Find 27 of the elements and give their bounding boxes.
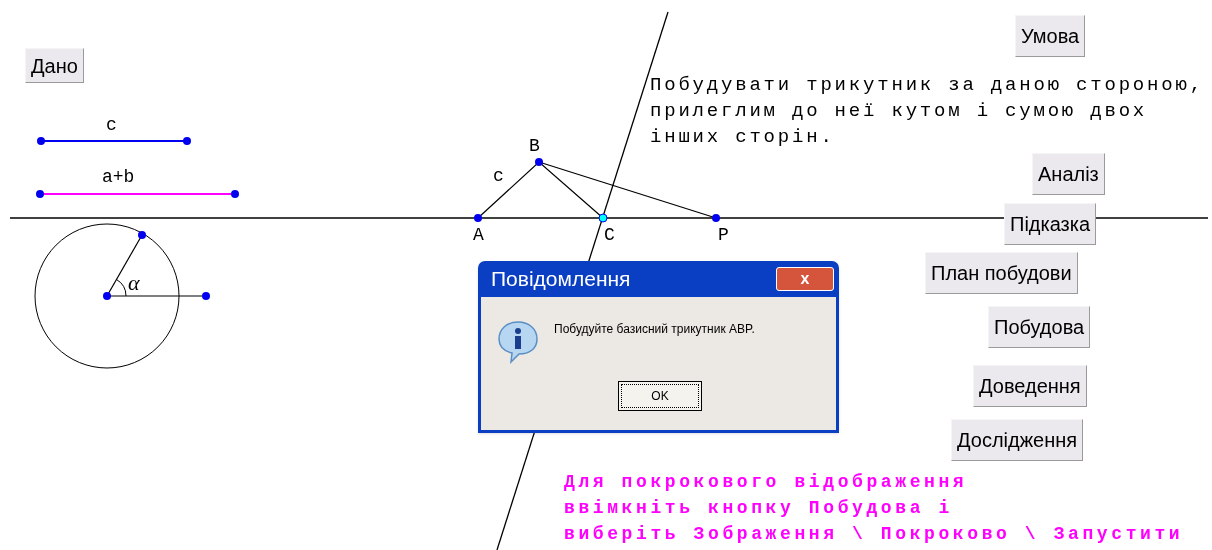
canvas-button[interactable]: Доведення (973, 365, 1087, 407)
canvas-button[interactable]: Дослідження (951, 419, 1084, 461)
canvas-button[interactable]: Дано (25, 48, 84, 83)
dialog-message: Побудуйте базисний трикутник ABP. (554, 321, 755, 338)
point-label: B (529, 137, 540, 155)
dialog-title: Повідомлення (491, 266, 631, 293)
canvas-button[interactable]: Побудова (988, 306, 1091, 348)
point-label: a+b (102, 168, 135, 186)
close-button[interactable]: x (776, 267, 834, 291)
point-label: P (718, 226, 729, 244)
point-label: α (128, 272, 140, 294)
hint-text: Для покрокового відображення ввімкніть кнопку Побудова і виберіть Зображення \ Покроково \ Запустити (564, 471, 1184, 546)
point (712, 214, 720, 222)
point-label: c (106, 116, 117, 134)
point (598, 213, 608, 223)
canvas-button[interactable]: Підказка (1004, 203, 1097, 245)
canvas-button[interactable]: Умова (1015, 15, 1086, 57)
point (474, 214, 482, 222)
canvas-button[interactable]: План побудови (925, 252, 1078, 294)
point (535, 158, 543, 166)
task-text: Побудувати трикутник за даною стороною, прилеглим до неї кутом і сумою двох інших сторін. (650, 73, 1204, 150)
canvas-button[interactable]: Аналіз (1032, 153, 1105, 195)
ok-button[interactable]: OK (618, 381, 702, 411)
point-label: c (493, 167, 504, 185)
info-icon (497, 320, 539, 364)
point-label: A (473, 226, 484, 244)
point-label: C (604, 226, 615, 244)
